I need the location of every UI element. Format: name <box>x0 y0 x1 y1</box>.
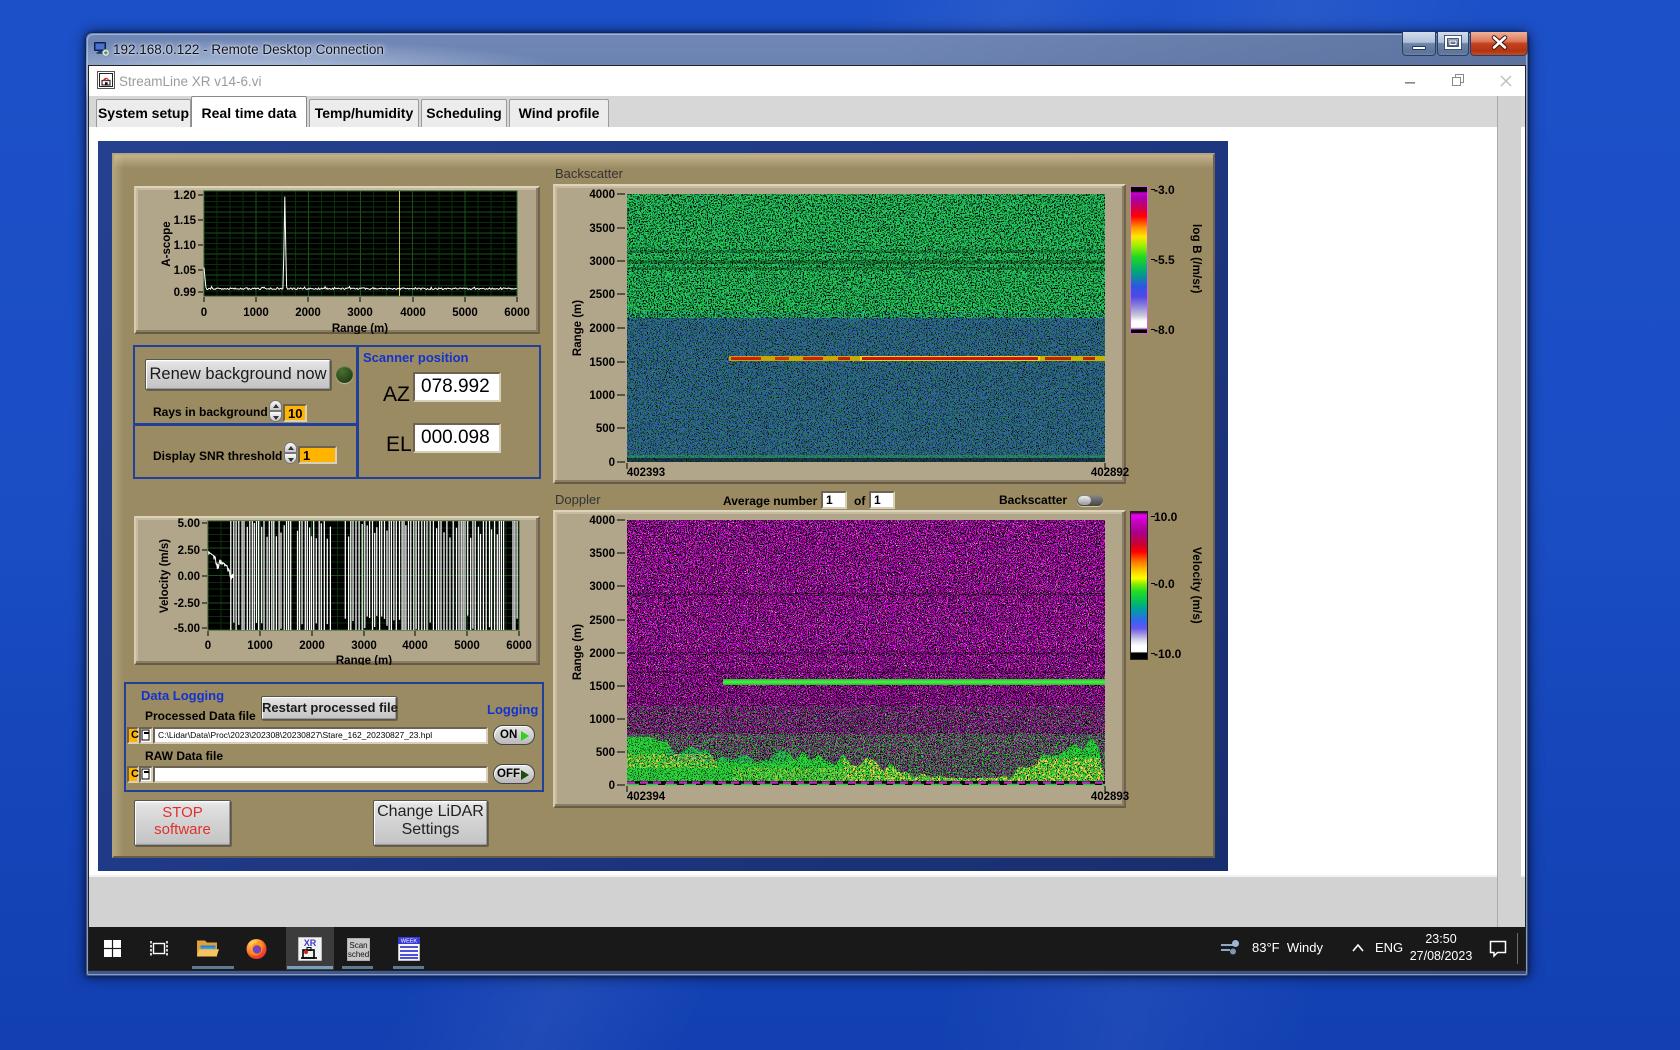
svg-text:0.00: 0.00 <box>178 571 200 583</box>
svg-text:500: 500 <box>596 423 615 435</box>
svg-text:1.10: 1.10 <box>174 240 196 252</box>
svg-text:1.20: 1.20 <box>174 190 196 202</box>
svg-text:0: 0 <box>201 307 207 319</box>
svg-text:2500: 2500 <box>589 615 615 627</box>
svg-text:4000: 4000 <box>589 515 615 527</box>
svg-text:1000: 1000 <box>247 640 273 652</box>
svg-text:0: 0 <box>609 457 615 469</box>
svg-text:2000: 2000 <box>295 307 321 319</box>
svg-text:2.50: 2.50 <box>178 545 200 557</box>
svg-text:402393: 402393 <box>627 467 665 479</box>
svg-text:2500: 2500 <box>589 289 615 301</box>
svg-text:0: 0 <box>205 640 211 652</box>
svg-text:3500: 3500 <box>589 223 615 235</box>
svg-text:-5.00: -5.00 <box>174 623 200 635</box>
svg-text:Range (m): Range (m) <box>336 655 392 665</box>
svg-text:2000: 2000 <box>299 640 325 652</box>
svg-text:1500: 1500 <box>589 681 615 693</box>
svg-text:3000: 3000 <box>351 640 377 652</box>
svg-text:1.05: 1.05 <box>174 265 197 277</box>
svg-text:1000: 1000 <box>589 390 615 402</box>
svg-text:Velocity (m/s): Velocity (m/s) <box>159 539 171 613</box>
svg-text:Range (m): Range (m) <box>572 624 584 680</box>
svg-text:WEEK: WEEK <box>401 939 418 945</box>
svg-text:XR: XR <box>304 938 317 948</box>
svg-text:6000: 6000 <box>504 307 530 319</box>
svg-text:4000: 4000 <box>400 307 426 319</box>
svg-text:3500: 3500 <box>589 548 615 560</box>
svg-text:5000: 5000 <box>454 640 480 652</box>
svg-text:2000: 2000 <box>589 323 615 335</box>
svg-text:2000: 2000 <box>589 648 615 660</box>
svg-text:500: 500 <box>596 747 615 759</box>
svg-text:sched: sched <box>348 950 369 959</box>
svg-text:Scan: Scan <box>349 941 367 950</box>
svg-text:3000: 3000 <box>589 581 615 593</box>
svg-text:1.15: 1.15 <box>174 215 197 227</box>
svg-text:0.99: 0.99 <box>174 287 196 299</box>
svg-text:0: 0 <box>609 780 615 792</box>
svg-text:4000: 4000 <box>402 640 428 652</box>
svg-text:6000: 6000 <box>506 640 532 652</box>
svg-text:402394: 402394 <box>627 791 666 803</box>
svg-text:402893: 402893 <box>1091 791 1129 803</box>
svg-text:1000: 1000 <box>589 714 615 726</box>
svg-text:Range (m): Range (m) <box>332 323 388 334</box>
svg-text:1500: 1500 <box>589 357 615 369</box>
svg-text:4000: 4000 <box>589 189 615 201</box>
svg-text:A-scope: A-scope <box>161 221 173 266</box>
svg-text:1000: 1000 <box>243 307 269 319</box>
svg-text:5000: 5000 <box>452 307 478 319</box>
svg-text:3000: 3000 <box>347 307 373 319</box>
svg-text:402892: 402892 <box>1091 467 1129 479</box>
svg-text:5.00: 5.00 <box>178 518 200 530</box>
svg-text:-2.50: -2.50 <box>174 598 200 610</box>
svg-text:Range (m): Range (m) <box>572 300 584 356</box>
svg-text:3000: 3000 <box>589 256 615 268</box>
